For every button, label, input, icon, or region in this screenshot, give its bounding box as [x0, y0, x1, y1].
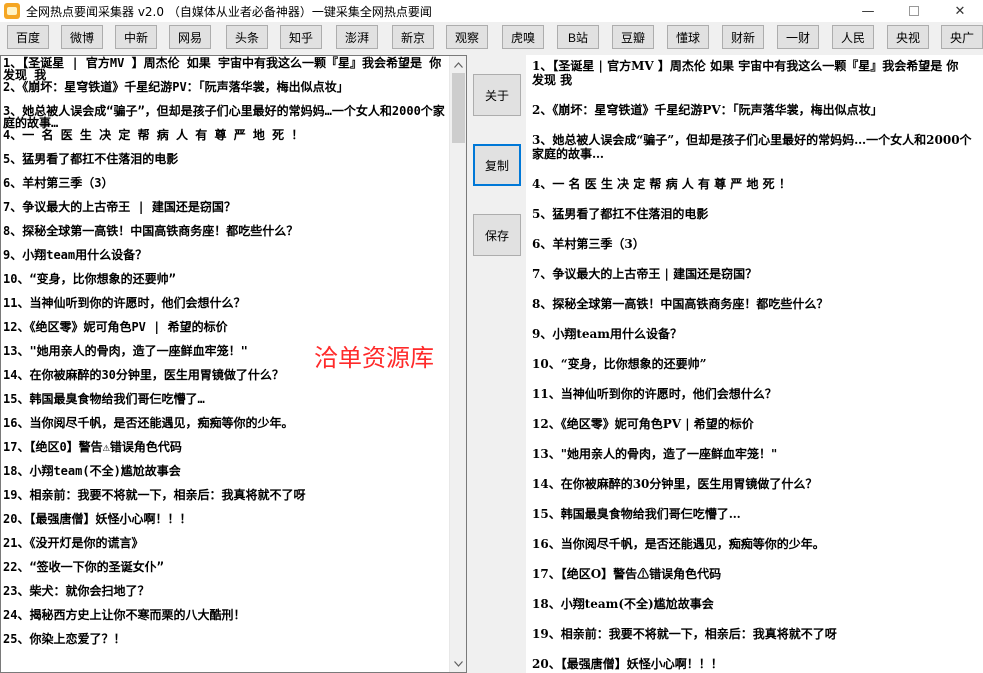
list-item: 6、羊村第三季（3）	[532, 237, 645, 251]
source-button-dongqiu[interactable]: 懂球	[667, 25, 709, 49]
scroll-up-button[interactable]	[450, 56, 466, 73]
list-item: 4、一 名 医 生 决 定 帮 病 人 有 尊 严 地 死 ！	[3, 128, 304, 142]
list-item: 17、【绝区0】警告⚠错误角色代码	[3, 440, 182, 454]
list-item: 19、相亲前：我要不将就一下，相亲后：我真将就不了呀	[3, 488, 306, 502]
list-item: 6、羊村第三季（3）	[3, 176, 114, 190]
list-item: 9、小翔team用什么设备？	[3, 248, 148, 262]
list-item: 12、《绝区零》妮可角色PV | 希望的标价	[532, 417, 754, 431]
source-button-xinjing[interactable]: 新京	[392, 25, 434, 49]
minimize-button[interactable]: —	[845, 0, 891, 22]
list-item: 17、【绝区O】警告⚠错误角色代码	[532, 567, 722, 581]
list-item: 15、韩国最臭食物给我们哥仨吃懵了…	[3, 392, 205, 406]
source-button-toutiao[interactable]: 头条	[226, 25, 268, 49]
source-button-guancha[interactable]: 观察	[446, 25, 488, 49]
list-item: 8、探秘全球第一高铁！中国高铁商务座！都吃些什么？	[532, 297, 829, 311]
window-title: 全网热点要闻采集器 v2.0 （自媒体从业者必备神器）一键采集全网热点要闻	[26, 4, 432, 19]
list-item: 14、在你被麻醉的30分钟里，医生用胃镜做了什么？	[532, 477, 818, 491]
minimize-icon: —	[861, 3, 875, 19]
list-item: 21、《没开灯是你的谎言》	[3, 536, 144, 550]
list-item: 1、【圣诞星 | 官方MV 】周杰伦 如果 宇宙中有我这么一颗『星』我会希望是 …	[3, 56, 442, 82]
source-button-pengpai[interactable]: 澎湃	[336, 25, 378, 49]
chevron-up-icon	[454, 61, 463, 68]
list-item: 7、争议最大的上古帝王 | 建国还是窃国？	[532, 267, 758, 281]
list-item: 22、“签收一下你的圣诞女仆”	[3, 560, 164, 574]
window-controls: — ✕	[845, 0, 983, 22]
scrollbar-thumb[interactable]	[452, 73, 465, 143]
source-button-yangguang[interactable]: 央广	[941, 25, 983, 49]
list-item: 18、小翔team(不全)尴尬故事会	[3, 464, 181, 478]
maximize-icon	[909, 6, 919, 16]
list-item: 3、她总被人误会成“骗子”，但却是孩子们心里最好的常妈妈…一个女人和2000个家…	[3, 104, 445, 130]
list-item: 2、《崩坏：星穹铁道》千星纪游PV：「阮声落华裳，梅出似点妆」	[3, 80, 349, 94]
list-item: 24、揭秘西方史上让你不寒而栗的八大酷刑！	[3, 608, 246, 622]
source-button-renmin[interactable]: 人民	[832, 25, 874, 49]
scroll-down-button[interactable]	[450, 655, 466, 672]
list-item: 23、柴犬：就你会扫地了？	[3, 584, 150, 598]
list-item: 11、当神仙听到你的许愿时，他们会想什么？	[532, 387, 777, 401]
copy-button[interactable]: 复制	[473, 144, 521, 186]
close-icon: ✕	[954, 3, 966, 19]
source-button-zhihu[interactable]: 知乎	[280, 25, 322, 49]
source-button-zhongxin[interactable]: 中新	[115, 25, 157, 49]
list-item: 5、猛男看了都扛不住落泪的电影	[3, 152, 179, 166]
list-item: 9、小翔team用什么设备？	[532, 327, 683, 341]
list-item: 10、“变身，比你想象的还要帅”	[3, 272, 176, 286]
list-item: 25、你染上恋爱了？！	[3, 632, 126, 646]
source-toolbar: 百度 微博 中新 网易 头条 知乎 澎湃 新京 观察 虎嗅 B站 豆瓣 懂球 财…	[0, 25, 983, 51]
list-item: 10、“变身，比你想象的还要帅”	[532, 357, 707, 371]
list-item: 20、【最强唐僧】妖怪小心啊！！！	[532, 657, 723, 671]
close-button[interactable]: ✕	[937, 0, 983, 22]
about-button[interactable]: 关于	[473, 74, 521, 116]
source-button-bilibili[interactable]: B站	[557, 25, 599, 49]
list-item: 2、《崩坏：星穹铁道》千星纪游PV：「阮声落华裳，梅出似点妆」	[532, 103, 883, 117]
source-button-baidu[interactable]: 百度	[7, 25, 49, 49]
source-button-yicai[interactable]: 一财	[777, 25, 819, 49]
source-button-weibo[interactable]: 微博	[61, 25, 103, 49]
formatted-headline-list: 1、【圣诞星 | 官方MV 】周杰伦 如果 宇宙中有我这么一颗『星』我会希望是 …	[532, 59, 972, 673]
list-item: 8、探秘全球第一高铁！中国高铁商务座！都吃些什么？	[3, 224, 299, 238]
list-item: 16、当你阅尽千帆，是否还能遇见，痴痴等你的少年。	[3, 416, 294, 430]
source-button-huxiu[interactable]: 虎嗅	[502, 25, 544, 49]
source-button-wangyi[interactable]: 网易	[169, 25, 211, 49]
list-item: 7、争议最大的上古帝王 | 建国还是窃国？	[3, 200, 236, 214]
list-item: 20、【最强唐僧】妖怪小心啊！！！	[3, 512, 192, 526]
formatted-headline-panel[interactable]: 1、【圣诞星 | 官方MV 】周杰伦 如果 宇宙中有我这么一颗『星』我会希望是 …	[526, 55, 983, 673]
source-button-yangshi[interactable]: 央视	[887, 25, 929, 49]
save-button[interactable]: 保存	[473, 214, 521, 256]
source-button-caixin[interactable]: 财新	[722, 25, 764, 49]
list-item: 1、【圣诞星 | 官方MV 】周杰伦 如果 宇宙中有我这么一颗『星』我会希望是 …	[532, 59, 959, 87]
maximize-button[interactable]	[891, 0, 937, 22]
source-button-douban[interactable]: 豆瓣	[612, 25, 654, 49]
raw-headline-textbox[interactable]: 1、【圣诞星 | 官方MV 】周杰伦 如果 宇宙中有我这么一颗『星』我会希望是 …	[0, 55, 467, 673]
list-item: 19、相亲前：我要不将就一下，相亲后：我真将就不了呀	[532, 627, 837, 641]
title-bar: 全网热点要闻采集器 v2.0 （自媒体从业者必备神器）一键采集全网热点要闻 — …	[0, 0, 983, 22]
list-item: 18、小翔team(不全)尴尬故事会	[532, 597, 714, 611]
list-item: 15、韩国最臭食物给我们哥仨吃懵了…	[532, 507, 741, 521]
vertical-scrollbar[interactable]	[449, 56, 466, 672]
list-item: 5、猛男看了都扛不住落泪的电影	[532, 207, 709, 221]
list-item: 3、她总被人误会成“骗子”，但却是孩子们心里最好的常妈妈…一个女人和2000个家…	[532, 133, 972, 161]
chevron-down-icon	[454, 660, 463, 667]
app-icon	[4, 3, 20, 19]
list-item: 13、"她用亲人的骨肉，造了一座鲜血牢笼！"	[532, 447, 778, 461]
list-item: 16、当你阅尽千帆，是否还能遇见，痴痴等你的少年。	[532, 537, 825, 551]
list-item: 4、一 名 医 生 决 定 帮 病 人 有 尊 严 地 死 ！	[532, 177, 791, 191]
watermark-text: 洽单资源库	[314, 344, 434, 372]
list-item: 11、当神仙听到你的许愿时，他们会想什么？	[3, 296, 246, 310]
